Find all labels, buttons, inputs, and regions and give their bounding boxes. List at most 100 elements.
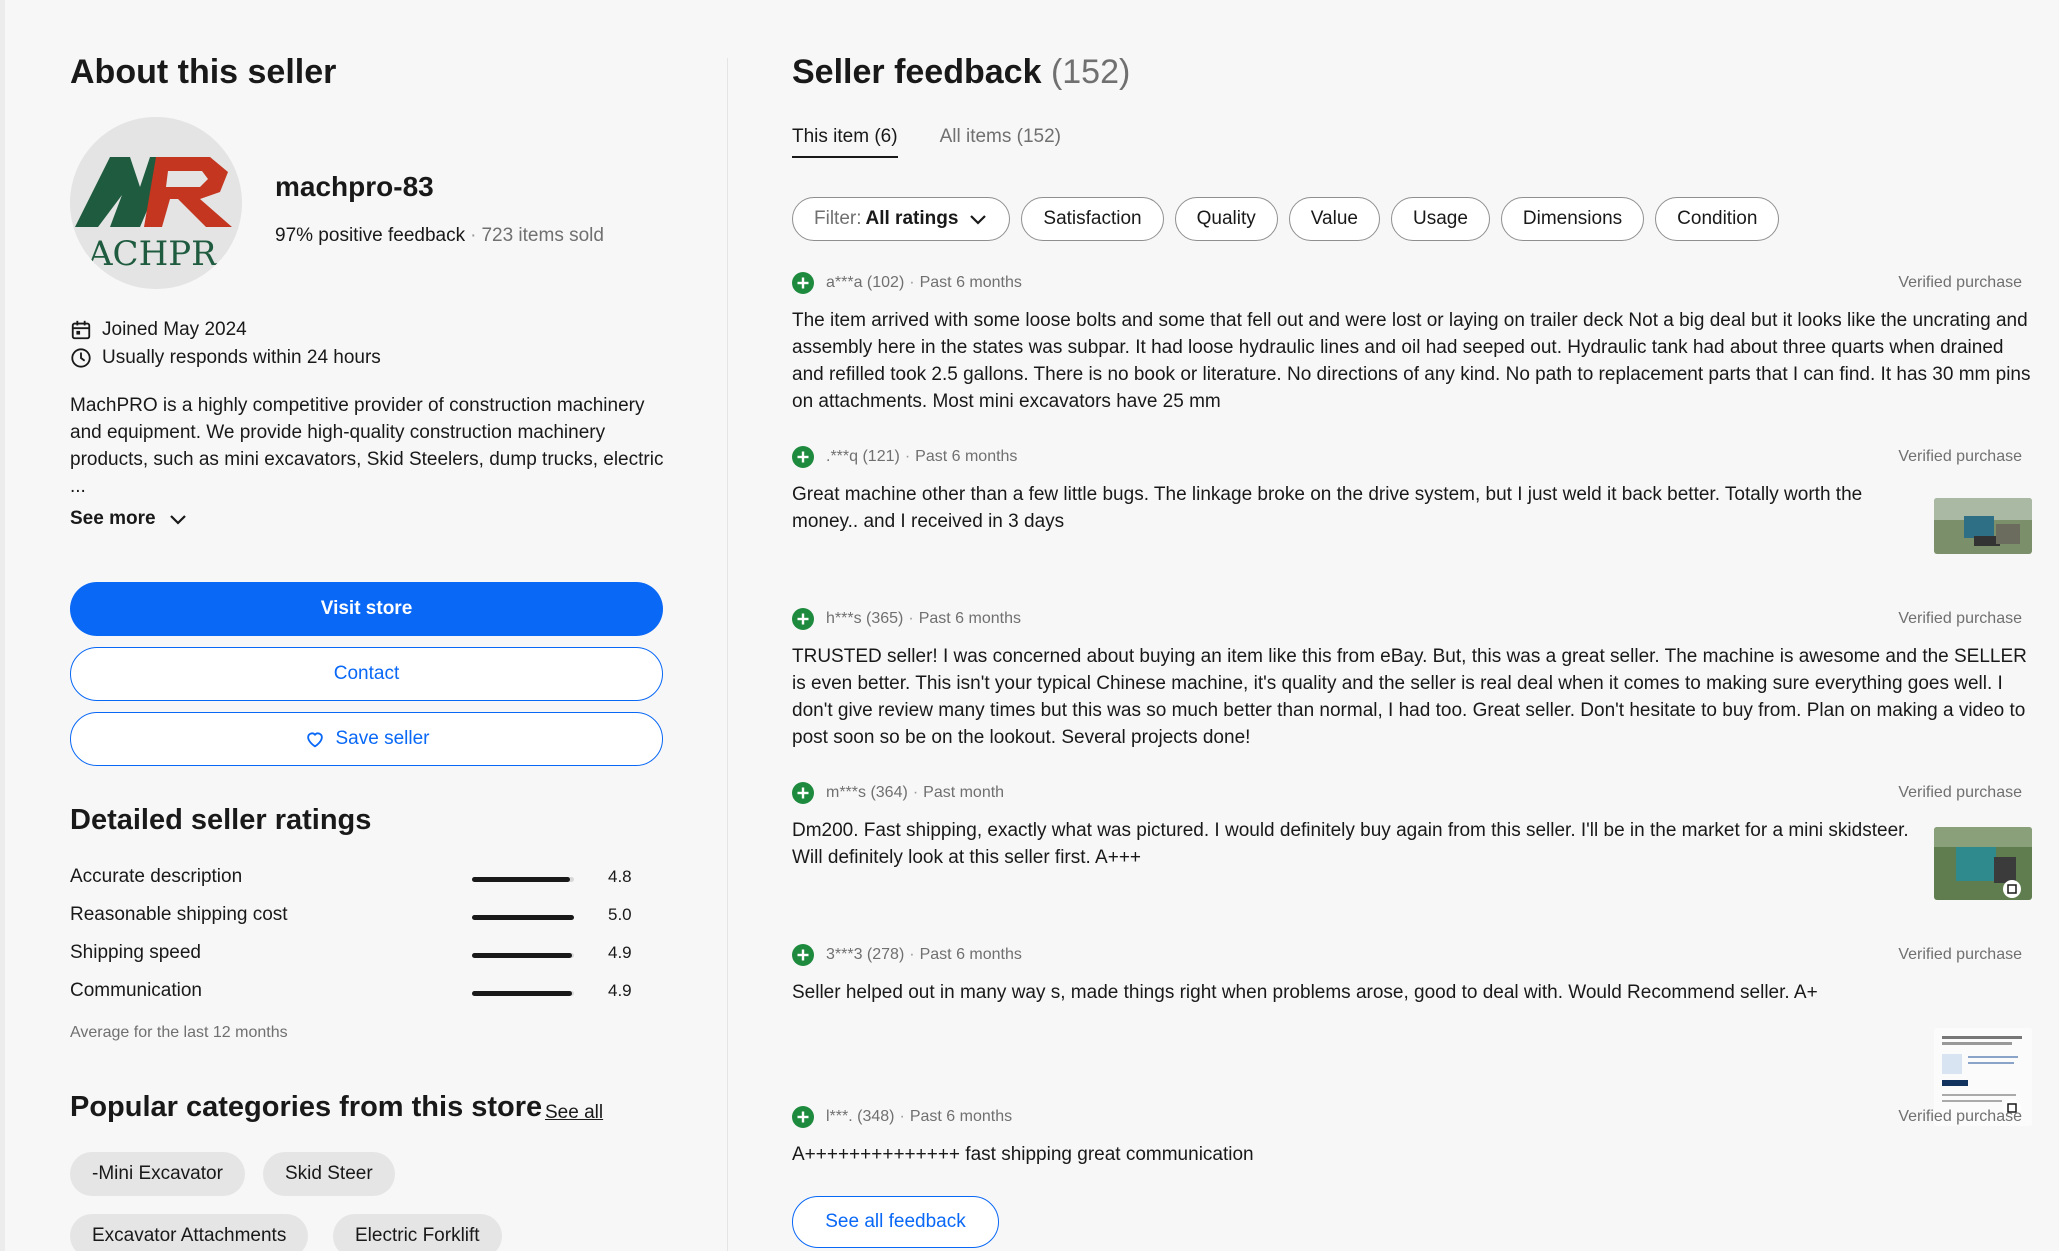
feedback-user: 3***3 (278) bbox=[826, 946, 905, 963]
feedback-item: m***s (364) · Past month Verified purchase… bbox=[792, 781, 2032, 900]
feedback-photo-thumbnail[interactable] bbox=[1934, 498, 2032, 554]
feedback-filters: Filter: All ratings Satisfaction Quality … bbox=[792, 197, 1790, 241]
feedback-text: TRUSTED seller! I was concerned about bu… bbox=[792, 646, 2027, 748]
feedback-item: l***. (348) · Past 6 months Verified purch… bbox=[792, 1105, 2032, 1168]
rating-value: 4.9 bbox=[608, 943, 632, 962]
feedback-time: Past 6 months bbox=[918, 610, 1021, 627]
feedback-tabs: This item (6) All items (152) bbox=[792, 126, 1103, 158]
rating-row: Communication 4.9 bbox=[70, 976, 670, 1014]
about-heading: About this seller bbox=[70, 53, 337, 91]
rating-value: 4.9 bbox=[608, 981, 632, 1000]
separator-dot: · bbox=[470, 225, 477, 246]
rating-label: Accurate description bbox=[70, 866, 243, 887]
chevron-down-icon bbox=[169, 515, 186, 525]
filter-chip-value[interactable]: Value bbox=[1288, 197, 1380, 241]
feedback-heading: Seller feedback (152) bbox=[792, 52, 2032, 92]
feedback-time: Past 6 months bbox=[909, 1108, 1013, 1125]
see-all-categories-link[interactable]: See all bbox=[545, 1102, 603, 1124]
filter-chip-usage[interactable]: Usage bbox=[1390, 197, 1490, 241]
calendar-icon bbox=[71, 320, 91, 340]
rating-bar-fill bbox=[472, 915, 574, 920]
tab-this-item[interactable]: This item (6) bbox=[792, 126, 898, 158]
heart-icon bbox=[306, 732, 323, 748]
filter-chip-condition[interactable]: Condition bbox=[1655, 197, 1780, 241]
column-divider bbox=[727, 58, 728, 1251]
feedback-time: Past 6 months bbox=[919, 946, 1022, 963]
filter-chip-quality[interactable]: Quality bbox=[1174, 197, 1278, 241]
rating-row: Accurate description 4.8 bbox=[70, 862, 670, 900]
about-seller-panel: About this seller ACHPR machpro-83 97% p… bbox=[70, 52, 670, 1251]
responds-row: Usually responds within 24 hours bbox=[70, 344, 381, 372]
verified-purchase-label: Verified purchase bbox=[1898, 610, 2022, 627]
rating-filter-dropdown[interactable]: Filter: All ratings bbox=[792, 197, 1011, 241]
verified-purchase-label: Verified purchase bbox=[1898, 274, 2022, 291]
save-seller-button[interactable]: Save seller bbox=[70, 712, 663, 766]
visit-store-button[interactable]: Visit store bbox=[70, 582, 663, 636]
rating-label: Communication bbox=[70, 980, 202, 1001]
feedback-user: .***q (121) bbox=[826, 448, 900, 465]
feedback-text: The item arrived with some loose bolts a… bbox=[792, 310, 2031, 412]
tab-all-items[interactable]: All items (152) bbox=[940, 126, 1061, 158]
feedback-user: h***s (365) bbox=[826, 610, 904, 627]
items-sold: 723 items sold bbox=[481, 225, 604, 246]
category-chip-excavator-attachments[interactable]: Excavator Attachments bbox=[70, 1214, 309, 1251]
feedback-item: a***a (102) · Past 6 months Verified purch… bbox=[792, 271, 2032, 415]
rating-label: Reasonable shipping cost bbox=[70, 904, 288, 925]
feedback-item: h***s (365) · Past 6 months Verified purch… bbox=[792, 607, 2032, 751]
contact-button[interactable]: Contact bbox=[70, 647, 663, 701]
feedback-count: (152) bbox=[1050, 53, 1131, 91]
feedback-meta: h***s (365) · Past 6 months Verified purch… bbox=[792, 607, 2032, 631]
rating-bar-fill bbox=[472, 953, 572, 958]
responds-text: Usually responds within 24 hours bbox=[102, 347, 381, 368]
photo-thumbnail-image bbox=[1934, 827, 2032, 900]
feedback-meta: .***q (121) · Past 6 months Verified purch… bbox=[792, 445, 2032, 469]
verified-purchase-label: Verified purchase bbox=[1898, 1108, 2022, 1125]
rating-row: Shipping speed 4.9 bbox=[70, 938, 670, 976]
rating-bar bbox=[472, 915, 574, 920]
feedback-photo-thumbnail[interactable] bbox=[1934, 827, 2032, 900]
clock-icon bbox=[71, 348, 91, 368]
filter-chip-satisfaction[interactable]: Satisfaction bbox=[1021, 197, 1164, 241]
positive-rating-icon bbox=[792, 608, 814, 630]
category-chip-mini-excavator[interactable]: -Mini Excavator bbox=[70, 1152, 245, 1196]
see-more-label: See more bbox=[70, 508, 156, 529]
seller-stats: 97% positive feedback · 723 items sold bbox=[275, 225, 604, 247]
see-more-button[interactable]: See more bbox=[70, 508, 188, 530]
rating-bar bbox=[472, 877, 574, 882]
feedback-title: Seller feedback bbox=[792, 53, 1042, 91]
rating-bar bbox=[472, 991, 574, 996]
seller-name[interactable]: machpro-83 bbox=[275, 171, 434, 203]
feedback-time: Past month bbox=[923, 784, 1005, 801]
feedback-item: 3***3 (278) · Past 6 months Verified purch… bbox=[792, 943, 2032, 1126]
filter-label: Filter: bbox=[814, 208, 862, 229]
joined-row: Joined May 2024 bbox=[70, 316, 381, 344]
filter-value: All ratings bbox=[865, 208, 959, 229]
rating-label: Shipping speed bbox=[70, 942, 201, 963]
svg-text:ACHPR: ACHPR bbox=[87, 234, 218, 274]
feedback-text: Dm200. Fast shipping, exactly what was p… bbox=[792, 820, 1909, 868]
category-chip-electric-forklift[interactable]: Electric Forklift bbox=[333, 1214, 502, 1251]
rating-bar-fill bbox=[472, 991, 572, 996]
positive-rating-icon bbox=[792, 1106, 814, 1128]
feedback-user: l***. (348) bbox=[826, 1108, 895, 1125]
see-all-feedback-button[interactable]: See all feedback bbox=[792, 1196, 999, 1248]
filter-chip-dimensions[interactable]: Dimensions bbox=[1500, 197, 1645, 241]
feedback-meta: 3***3 (278) · Past 6 months Verified purch… bbox=[792, 943, 2032, 967]
rating-row: Reasonable shipping cost 5.0 bbox=[70, 900, 670, 938]
rating-value: 4.8 bbox=[608, 867, 632, 886]
feedback-text: Great machine other than a few little bu… bbox=[792, 484, 1863, 532]
ratings-note: Average for the last 12 months bbox=[70, 1024, 288, 1041]
seller-header: ACHPR machpro-83 97% positive feedback · 7… bbox=[70, 117, 670, 292]
category-chip-skid-steer[interactable]: Skid Steer bbox=[263, 1152, 395, 1196]
chevron-down-icon bbox=[970, 215, 987, 225]
rating-value: 5.0 bbox=[608, 905, 632, 924]
positive-rating-icon bbox=[792, 272, 814, 294]
positive-rating-icon bbox=[792, 446, 814, 468]
rating-bar-fill bbox=[472, 877, 570, 882]
seller-logo[interactable]: ACHPR bbox=[70, 117, 242, 289]
feedback-time: Past 6 months bbox=[919, 274, 1022, 291]
positive-rating-icon bbox=[792, 944, 814, 966]
feedback-meta: m***s (364) · Past month Verified purchase bbox=[792, 781, 2032, 805]
feedback-user: m***s (364) bbox=[826, 784, 908, 801]
verified-purchase-label: Verified purchase bbox=[1898, 448, 2022, 465]
